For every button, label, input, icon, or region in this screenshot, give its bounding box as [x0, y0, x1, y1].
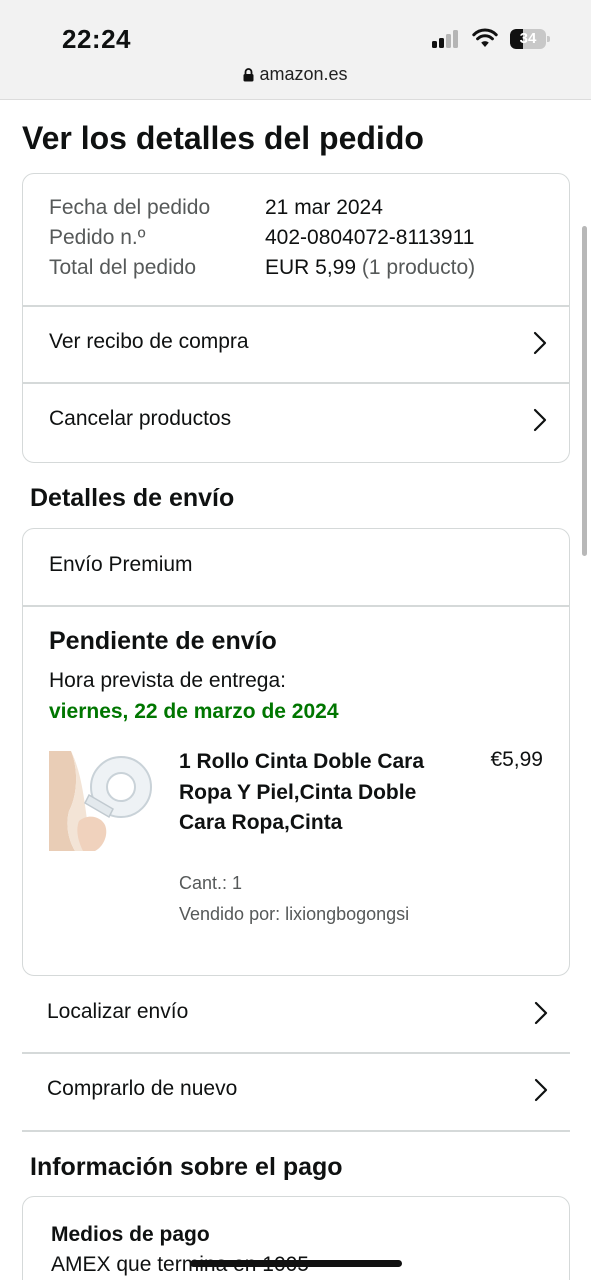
product-thumbnail[interactable] — [49, 751, 155, 851]
product-price: €5,99 — [490, 748, 543, 771]
shipping-section-title: Detalles de envío — [30, 484, 235, 512]
order-date-value: 21 mar 2024 — [265, 196, 383, 219]
status-time: 22:24 — [62, 24, 131, 54]
order-number-label: Pedido n.º — [49, 226, 146, 249]
battery-icon: 34 — [510, 29, 550, 49]
order-total-count: (1 producto) — [361, 256, 476, 279]
order-total-amount: EUR 5,99 — [265, 256, 357, 279]
product-quantity: Cant.: 1 — [179, 873, 243, 893]
divider — [23, 605, 569, 607]
shipping-type: Envío Premium — [49, 553, 193, 576]
eta-date: viernes, 22 de marzo de 2024 — [49, 700, 339, 723]
payment-section-title: Información sobre el pago — [30, 1153, 343, 1181]
cancel-products-label: Cancelar productos — [49, 407, 232, 430]
order-total-value: EUR 5,99 (1 producto) — [265, 256, 475, 280]
chevron-right-icon — [534, 1078, 548, 1102]
divider — [22, 1130, 570, 1132]
order-date-label: Fecha del pedido — [49, 196, 211, 219]
product-title-link[interactable]: 1 Rollo Cinta Doble Cara Ropa Y Piel,Cin… — [179, 747, 449, 839]
order-number-value: 402-0804072-8113911 — [265, 226, 475, 249]
product-seller: Vendido por: lixiongbogongsi — [179, 904, 410, 924]
url-text: amazon.es — [259, 64, 348, 84]
buy-again-link[interactable]: Comprarlo de nuevo — [22, 1053, 570, 1130]
battery-level: 34 — [519, 30, 537, 47]
view-receipt-link[interactable]: Ver recibo de compra — [23, 306, 569, 382]
eta-label: Hora prevista de entrega: — [49, 669, 286, 692]
home-indicator[interactable] — [190, 1260, 402, 1267]
lock-icon — [243, 68, 254, 82]
payment-methods-card: Medios de pago AMEX que termina en 1005 — [22, 1196, 570, 1280]
cellular-signal-icon — [432, 30, 462, 48]
chevron-right-icon — [534, 1001, 548, 1025]
page-title: Ver los detalles del pedido — [22, 120, 424, 156]
page-scrollbar[interactable] — [582, 226, 587, 556]
track-package-link[interactable]: Localizar envío — [22, 976, 570, 1053]
wifi-icon — [472, 28, 498, 47]
shipping-details-card: Envío Premium Pendiente de envío Hora pr… — [22, 528, 570, 976]
buy-again-label: Comprarlo de nuevo — [47, 1077, 238, 1100]
url-bar[interactable]: amazon.es — [0, 64, 591, 85]
order-total-label: Total del pedido — [49, 256, 197, 279]
track-package-label: Localizar envío — [47, 1000, 189, 1023]
payment-methods-title: Medios de pago — [51, 1223, 210, 1246]
view-receipt-label: Ver recibo de compra — [49, 330, 249, 353]
order-summary-card: Fecha del pedido 21 mar 2024 Pedido n.º … — [22, 173, 570, 463]
chevron-right-icon — [533, 408, 547, 432]
chevron-right-icon — [533, 331, 547, 355]
shipment-status: Pendiente de envío — [49, 627, 277, 655]
cancel-products-link[interactable]: Cancelar productos — [23, 383, 569, 459]
browser-top-bar: 22:24 34 amazon.es — [0, 0, 591, 100]
